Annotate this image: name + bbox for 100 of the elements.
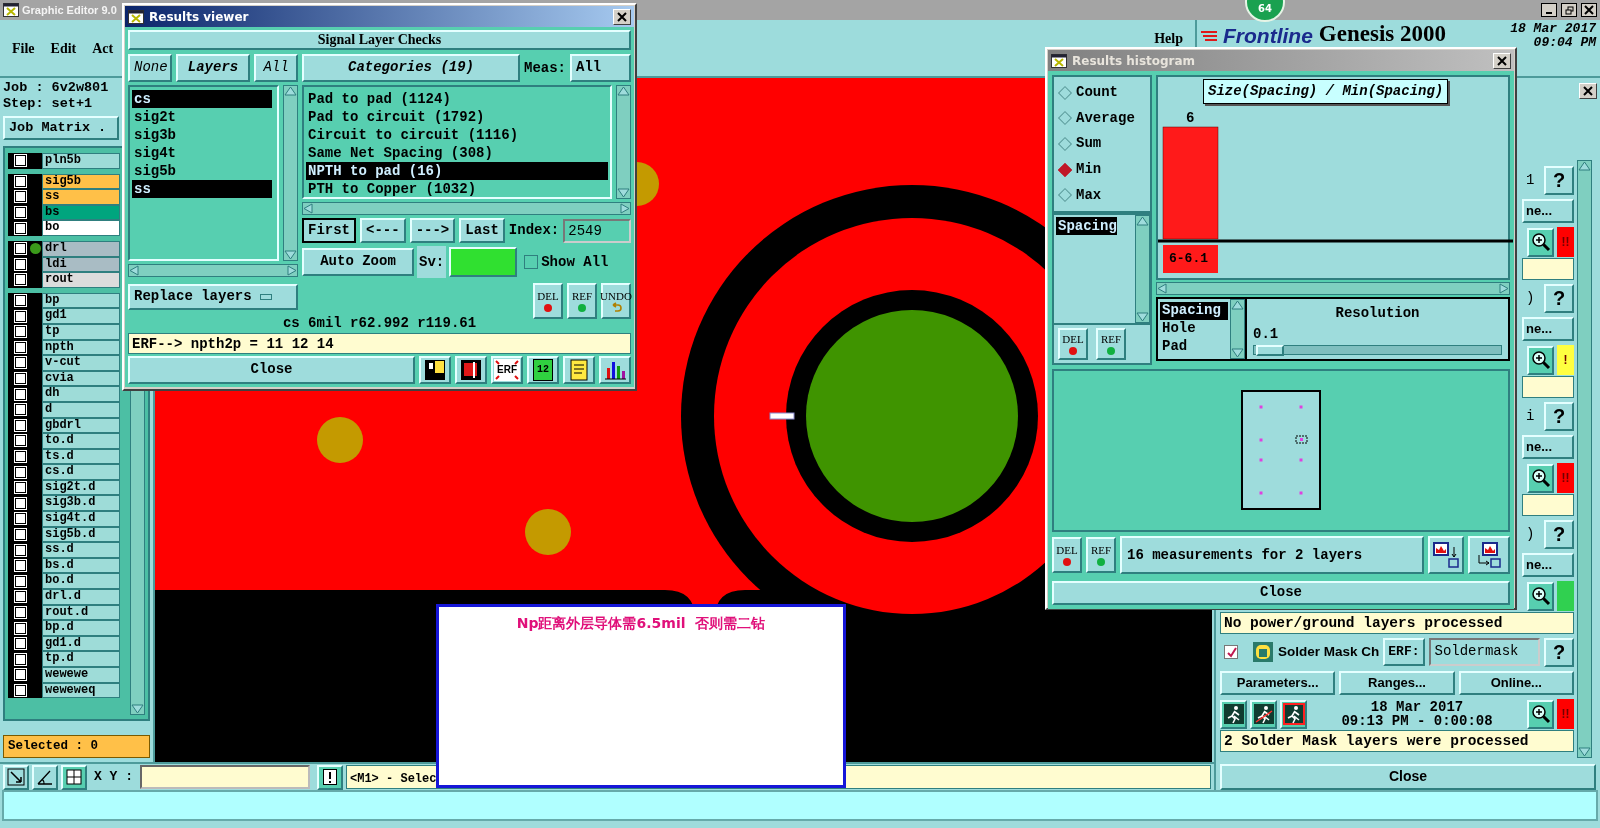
check-action-button[interactable]: Ranges... xyxy=(1339,671,1455,695)
layer-item[interactable]: ss xyxy=(132,180,272,198)
replace-mode-dropdown[interactable]: Replace layers xyxy=(128,284,298,310)
category-item[interactable]: PTH to Copper (1032) xyxy=(306,180,608,198)
category-item[interactable]: Pad to pad (1124) xyxy=(306,90,608,108)
menu-item[interactable]: Act xyxy=(92,37,114,59)
layer-checkbox[interactable] xyxy=(15,513,26,525)
scroll-down-icon[interactable] xyxy=(131,704,144,714)
previous-button[interactable]: <--- xyxy=(360,218,406,243)
layer-item[interactable]: sig4t xyxy=(132,144,272,162)
alert-button[interactable] xyxy=(317,764,343,790)
layer-checkbox[interactable] xyxy=(15,175,26,187)
layer-name[interactable]: rout xyxy=(42,272,120,288)
layer-checkbox[interactable] xyxy=(15,638,26,650)
meas-dropdown[interactable]: All xyxy=(570,54,631,82)
layer-name[interactable]: bp xyxy=(42,292,120,309)
layer-checkbox[interactable] xyxy=(15,373,26,384)
check-action-button[interactable]: Parameters... xyxy=(1220,671,1336,695)
layer-checkbox[interactable] xyxy=(15,466,26,478)
help-button[interactable]: ? xyxy=(1544,165,1574,195)
zoom-mode-dropdown[interactable]: Auto Zoom xyxy=(302,248,414,276)
scroll-right-icon[interactable] xyxy=(620,203,630,214)
measure-item[interactable]: Hole xyxy=(1160,320,1228,338)
mode-radio[interactable]: Max xyxy=(1056,182,1148,208)
last-button[interactable]: Last xyxy=(459,218,505,243)
layer-checkbox[interactable] xyxy=(15,207,26,219)
run-button[interactable] xyxy=(1250,699,1277,729)
scroll-left-icon[interactable] xyxy=(1157,283,1167,294)
run-button[interactable] xyxy=(1220,699,1247,729)
layer-name[interactable]: ss xyxy=(42,189,120,205)
refresh-button[interactable]: REF xyxy=(1086,537,1116,574)
action-button[interactable]: ne... xyxy=(1522,553,1574,577)
zoom-button[interactable] xyxy=(1527,345,1554,375)
layer-name[interactable]: drl xyxy=(42,240,120,257)
tool-button[interactable] xyxy=(419,356,451,384)
layer-checkbox[interactable] xyxy=(15,653,26,665)
layer-name[interactable]: v-cut xyxy=(42,355,120,371)
scroll-right-icon[interactable] xyxy=(287,265,297,276)
layer-checkbox[interactable] xyxy=(15,684,26,696)
close-button[interactable]: Close xyxy=(1052,581,1510,605)
help-button[interactable]: ? xyxy=(1544,283,1574,313)
layer-checkbox[interactable] xyxy=(15,560,26,572)
scroll-right-icon[interactable] xyxy=(1499,283,1509,294)
delete-button[interactable]: DEL xyxy=(1058,328,1088,360)
scroll-left-icon[interactable] xyxy=(129,265,139,276)
layer-checkbox[interactable] xyxy=(15,451,26,462)
delete-button[interactable]: DEL xyxy=(1052,537,1082,574)
layer-checkbox[interactable] xyxy=(15,310,26,322)
grid-button[interactable] xyxy=(61,764,87,790)
fit-button[interactable] xyxy=(3,764,29,790)
layer-checkbox[interactable] xyxy=(15,606,26,618)
close-button[interactable] xyxy=(1581,3,1597,17)
layer-checkbox[interactable] xyxy=(15,274,26,286)
header-button[interactable]: Signal Layer Checks xyxy=(128,30,631,50)
layer-item[interactable]: cs xyxy=(132,90,272,108)
menu-item[interactable]: File xyxy=(12,37,35,59)
tool-button[interactable]: 12 xyxy=(527,356,559,384)
erf-button[interactable]: ERF: xyxy=(1383,638,1425,666)
scrollbar[interactable] xyxy=(616,85,631,199)
import-button[interactable] xyxy=(1468,536,1510,575)
scroll-down-icon[interactable] xyxy=(1136,312,1149,322)
index-field[interactable]: 2549 xyxy=(563,218,631,243)
layer-checkbox[interactable] xyxy=(15,544,26,556)
scroll-down-icon[interactable] xyxy=(617,188,630,198)
scroll-down-icon[interactable] xyxy=(1578,747,1591,757)
category-item[interactable]: Same Net Spacing (308) xyxy=(306,144,608,162)
close-button[interactable]: Close xyxy=(128,356,415,384)
export-button[interactable] xyxy=(1428,536,1464,575)
scroll-up-icon[interactable] xyxy=(284,86,297,96)
scroll-down-icon[interactable] xyxy=(1231,348,1244,358)
layer-name[interactable]: sig3b.d xyxy=(42,495,120,512)
layer-name[interactable]: pln5b xyxy=(42,153,120,169)
layer-checkbox[interactable] xyxy=(15,222,26,234)
erf-field[interactable]: Soldermask xyxy=(1428,638,1540,666)
scrollbar[interactable] xyxy=(302,202,631,215)
scroll-up-icon[interactable] xyxy=(1136,216,1149,226)
mode-radio[interactable]: Count xyxy=(1056,80,1148,106)
layer-item[interactable]: sig2t xyxy=(132,108,272,126)
measure-item[interactable]: Pad xyxy=(1160,338,1228,356)
slider-thumb[interactable] xyxy=(1255,345,1284,356)
angle-button[interactable] xyxy=(32,764,58,790)
layer-name[interactable]: ss.d xyxy=(42,542,120,558)
delete-button[interactable]: DEL xyxy=(533,283,563,319)
zoom-button[interactable] xyxy=(1527,463,1554,493)
layer-name[interactable]: wewewe xyxy=(42,667,120,683)
layer-name[interactable]: drl.d xyxy=(42,589,120,605)
layer-checkbox[interactable] xyxy=(15,243,26,255)
select-none-button[interactable]: None xyxy=(128,54,172,82)
layers-button[interactable]: Layers xyxy=(176,54,250,82)
layer-checkbox[interactable] xyxy=(15,622,26,634)
run-button[interactable] xyxy=(1280,699,1307,729)
mode-radio[interactable]: Average xyxy=(1056,105,1148,132)
select-all-button[interactable]: All xyxy=(254,54,298,82)
action-button[interactable]: ne... xyxy=(1522,317,1574,341)
mode-radio[interactable]: Min xyxy=(1056,156,1148,183)
close-button[interactable]: Close xyxy=(1220,764,1596,790)
show-all-checkbox[interactable] xyxy=(524,255,539,269)
layer-checkbox[interactable] xyxy=(15,591,26,603)
scroll-down-icon[interactable] xyxy=(284,250,297,260)
category-item[interactable]: NPTH to pad (16) xyxy=(306,162,608,180)
